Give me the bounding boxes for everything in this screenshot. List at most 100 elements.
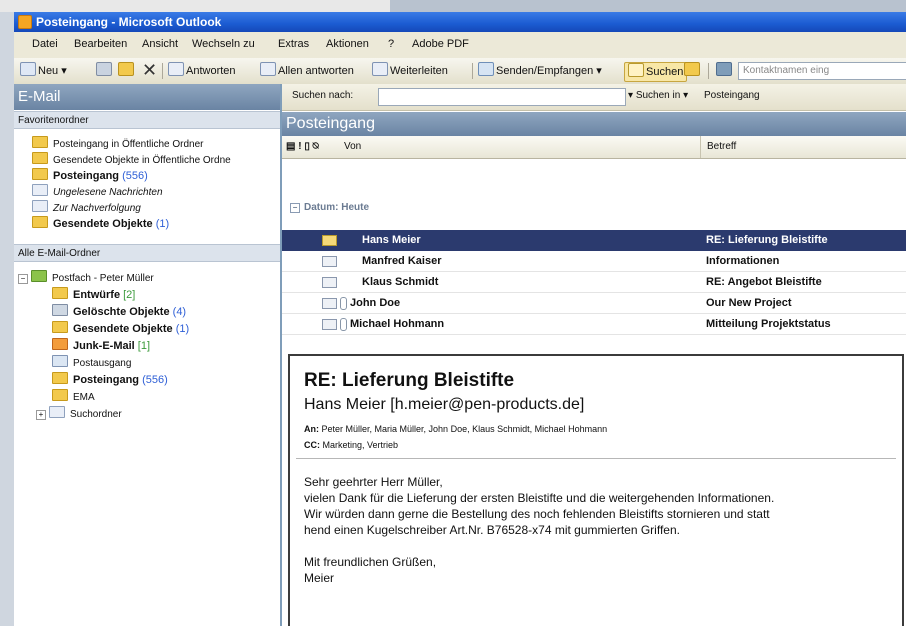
contacts-icon [716, 62, 732, 76]
inbox-folder-icon [52, 372, 68, 384]
move-button[interactable] [118, 62, 136, 80]
menu-wechseln-zu[interactable]: Wechseln zu [192, 38, 255, 50]
mailbox-label: Postfach - Peter Müller [52, 273, 154, 284]
toolbar-separator [472, 63, 473, 79]
print-icon [96, 62, 112, 76]
folder-label: Postausgang [73, 358, 132, 369]
message-from: Hans Meier [362, 234, 421, 246]
body-line: Sehr geehrter Herr Müller, [304, 475, 443, 489]
forward-button[interactable]: Weiterleiten [372, 62, 448, 80]
folder-icon [32, 152, 48, 164]
delete-icon[interactable]: ✕ [142, 61, 157, 80]
search-button[interactable]: Suchen [624, 62, 688, 82]
folder-inbox[interactable]: Posteingang (556) [52, 372, 168, 388]
folder-outbox[interactable]: Postausgang [52, 355, 131, 371]
favorite-public-inbox[interactable]: Posteingang in Öffentliche Ordner [32, 136, 203, 152]
forward-label: Weiterleiten [390, 65, 448, 77]
folder-drafts[interactable]: Entwürfe [2] [52, 287, 135, 303]
envelope-icon [322, 235, 337, 246]
message-subject: RE: Angebot Bleistifte [706, 276, 822, 288]
menu-ansicht[interactable]: Ansicht [142, 38, 178, 50]
contact-book-icon[interactable] [716, 62, 734, 80]
reply-button[interactable]: Antworten [168, 62, 236, 80]
preview-subject: RE: Lieferung Bleistifte [304, 370, 515, 391]
background-window [0, 0, 390, 12]
message-row[interactable]: John Doe Our New Project [282, 293, 906, 314]
message-from: John Doe [350, 297, 401, 309]
search-in-dropdown[interactable]: ▾ Suchen in ▾ [628, 90, 688, 101]
folder-label: Posteingang [53, 170, 120, 182]
message-row[interactable]: Michael Hohmann Mitteilung Projektstatus [282, 314, 906, 335]
item-count: [1] [137, 340, 151, 352]
menu-help[interactable]: ? [388, 38, 394, 50]
message-row[interactable]: Hans Meier RE: Lieferung Bleistifte [282, 230, 906, 251]
message-row[interactable]: Klaus Schmidt RE: Angebot Bleistifte [282, 272, 906, 293]
new-button[interactable]: Neu ▾ [20, 62, 67, 80]
favorites-header[interactable]: Favoritenordner [14, 111, 280, 129]
collapse-icon[interactable]: − [18, 274, 28, 284]
column-from[interactable]: Von [344, 136, 361, 158]
body-line: Meier [304, 571, 335, 585]
group-header[interactable]: − Datum: Heute [290, 202, 369, 213]
main-area: Suchen nach: ▾ Suchen in ▾ Posteingang P… [282, 84, 906, 626]
favorite-follow-up[interactable]: Zur Nachverfolgung [32, 200, 141, 216]
navigation-pane: E-Mail Favoritenordner Posteingang in Öf… [14, 84, 282, 626]
reply-all-button[interactable]: Allen antworten [260, 62, 354, 80]
sent-folder-icon [52, 321, 68, 333]
folder-deleted[interactable]: Gelöschte Objekte (4) [52, 304, 186, 320]
body-line: hend einen Kugelschreiber Art.Nr. B76528… [304, 523, 680, 537]
junk-folder-icon [52, 338, 68, 350]
address-book-icon [684, 62, 700, 76]
print-button[interactable] [96, 62, 114, 80]
folder-ema[interactable]: EMA [52, 389, 95, 405]
body-line: Wir würden dann gerne die Bestellung des… [304, 507, 770, 521]
contact-search-field[interactable]: Kontaktnamen eing [738, 62, 906, 80]
preview-cc-line: CC: Marketing, Vertrieb [304, 440, 398, 450]
unread-count: (1) [155, 218, 170, 230]
preview-to-line: An: Peter Müller, Maria Müller, John Doe… [304, 424, 607, 434]
preview-to[interactable]: Peter Müller, Maria Müller, John Doe, Kl… [322, 424, 608, 434]
reply-all-label: Allen antworten [278, 65, 354, 77]
message-subject: Mitteilung Projektstatus [706, 318, 831, 330]
folder-label: Posteingang [73, 374, 140, 386]
column-subject[interactable]: Betreff [700, 136, 736, 158]
header-divider [296, 458, 896, 459]
folder-label: EMA [73, 392, 95, 403]
favorite-inbox[interactable]: Posteingang (556) [32, 168, 148, 184]
message-row[interactable]: Manfred Kaiser Informationen [282, 251, 906, 272]
search-bar: Suchen nach: ▾ Suchen in ▾ Posteingang [282, 84, 906, 111]
preview-sender[interactable]: Hans Meier [h.meier@pen-products.de] [304, 396, 584, 414]
mailbox-root[interactable]: − Postfach - Peter Müller [18, 270, 154, 286]
move-to-folder-icon [118, 62, 134, 76]
menu-extras[interactable]: Extras [278, 38, 309, 50]
menu-adobe-pdf[interactable]: Adobe PDF [412, 38, 469, 50]
favorite-sent[interactable]: Gesendete Objekte (1) [32, 216, 169, 232]
toolbar: Neu ▾ ✕ Antworten Allen antworten Weiter… [14, 58, 906, 85]
folder-sent[interactable]: Gesendete Objekte (1) [52, 321, 189, 337]
message-subject: Informationen [706, 255, 780, 267]
collapse-icon[interactable]: − [290, 203, 300, 213]
folder-label: Gesendete Objekte [73, 323, 173, 335]
sent-folder-icon [32, 216, 48, 228]
expand-icon[interactable]: + [36, 410, 46, 420]
address-book-button[interactable] [684, 62, 702, 80]
item-count: [2] [123, 289, 136, 301]
preview-cc[interactable]: Marketing, Vertrieb [323, 440, 399, 450]
search-input[interactable] [378, 88, 626, 106]
menu-bearbeiten[interactable]: Bearbeiten [74, 38, 127, 50]
menu-aktionen[interactable]: Aktionen [326, 38, 369, 50]
folder-junk[interactable]: Junk-E-Mail [1] [52, 338, 150, 354]
folder-label: Gesendete Objekte in Öffentliche Ordne [53, 155, 231, 166]
search-in-value[interactable]: Posteingang [704, 90, 760, 101]
group-label: Datum: Heute [304, 202, 370, 213]
search-label: Suchen nach: [292, 90, 354, 101]
folder-search-folders[interactable]: + Suchordner [36, 406, 122, 422]
toolbar-separator [162, 63, 163, 79]
all-folders-header[interactable]: Alle E-Mail-Ordner [14, 244, 280, 262]
favorite-public-sent[interactable]: Gesendete Objekte in Öffentliche Ordne [32, 152, 231, 168]
column-icons[interactable]: ▤ ! ▯ ⍉ [286, 136, 319, 158]
favorite-unread[interactable]: Ungelesene Nachrichten [32, 184, 163, 200]
title-bar[interactable]: Posteingang - Microsoft Outlook [14, 12, 906, 32]
send-receive-button[interactable]: Senden/Empfangen ▾ [478, 62, 602, 80]
menu-datei[interactable]: Datei [32, 38, 58, 50]
